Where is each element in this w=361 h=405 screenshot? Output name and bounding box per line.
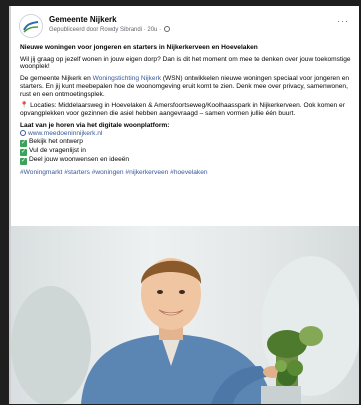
bullet-text: Bekijk het ontwerp	[29, 138, 83, 146]
post-meta: Gepubliceerd door Rowdy Sibrandi · 20u ·	[49, 26, 170, 33]
pin-icon: 📍	[20, 102, 29, 110]
bullet-text: Vul de vragenlijst in	[29, 147, 86, 155]
post-header: Gemeente Nijkerk Gepubliceerd door Rowdy…	[19, 14, 351, 40]
post-body: Nieuwe woningen voor jongeren en starter…	[20, 44, 351, 181]
globe-icon	[163, 26, 170, 32]
list-item: ✓ Bekijk het ontwerp	[20, 138, 351, 148]
post-meta-text: Gepubliceerd door Rowdy Sibrandi · 20u ·	[49, 27, 162, 33]
facebook-post-card: Gemeente Nijkerk Gepubliceerd door Rowdy…	[9, 6, 359, 404]
list-item: ✓ Deel jouw woonwensen en ideeën	[20, 156, 351, 166]
post-photo-illustration	[11, 256, 359, 404]
post-paragraph: De gemeente Nijkerk en Woningstichting N…	[20, 75, 351, 98]
cta-heading: Laat van je horen via het digitale woonp…	[20, 122, 351, 130]
check-icon: ✓	[20, 149, 27, 157]
post-intro: Wil jij graag op jezelf wonen in jouw ei…	[20, 55, 351, 71]
hashtags[interactable]: #Woningmarkt #starters #woningen #nijker…	[20, 169, 351, 177]
municipality-logo-icon	[20, 15, 42, 37]
post-photo[interactable]	[11, 226, 359, 404]
list-item: ✓ Vul de vragenlijst in	[20, 147, 351, 157]
website-link[interactable]: www.meedoeninnijkerk.nl	[28, 130, 102, 137]
wsn-link[interactable]: Woningstichting Nijkerk	[93, 75, 161, 82]
cta-heading-text: Laat van je horen via het digitale woonp…	[20, 121, 170, 129]
more-options-icon[interactable]: ···	[337, 16, 349, 26]
check-icon: ✓	[20, 140, 27, 148]
locations-paragraph: 📍 Locaties: Middelaarsweg in Hoevelaken …	[20, 102, 351, 117]
check-icon: ✓	[20, 158, 27, 166]
bullet-text: Deel jouw woonwensen en ideeën	[29, 156, 130, 164]
website-line: www.meedoeninnijkerk.nl	[20, 130, 351, 138]
paragraph-text: De gemeente Nijkerk en	[20, 75, 93, 83]
page-name[interactable]: Gemeente Nijkerk	[49, 15, 117, 24]
locations-text: Locaties: Middelaarsweg in Hoevelaken & …	[20, 102, 345, 117]
post-title: Nieuwe woningen voor jongeren en starter…	[20, 44, 258, 51]
web-icon	[20, 130, 26, 137]
page-avatar[interactable]	[19, 14, 43, 38]
